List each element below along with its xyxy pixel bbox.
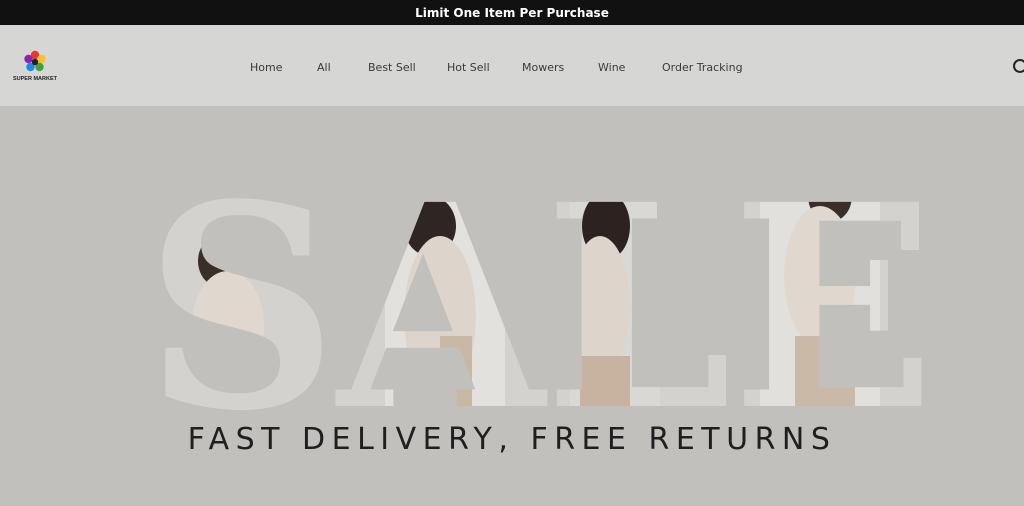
flower-logo-icon (24, 50, 46, 72)
nav-item-order-tracking[interactable]: Order Tracking (662, 61, 743, 74)
logo-text: SUPER MARKET (12, 76, 57, 82)
nav-item-home[interactable]: Home (250, 61, 282, 74)
sale-headline-graphic: SALE SALE (145, 166, 935, 416)
nav-item-wine[interactable]: Wine (598, 61, 625, 74)
hero-tagline: FAST DELIVERY, FREE RETURNS (187, 422, 837, 457)
hero-banner[interactable]: SALE SALE FAST DELIVERY, FREE RETURNS (0, 106, 1024, 506)
logo[interactable]: SUPER MARKET (12, 49, 58, 85)
nav-item-mowers[interactable]: Mowers (522, 61, 564, 74)
site-header: SUPER MARKET Home All Best Sell Hot Sell… (0, 25, 1024, 106)
model-photos (145, 166, 935, 416)
search-button[interactable] (1012, 58, 1024, 76)
announcement-text: Limit One Item Per Purchase (415, 5, 609, 20)
search-icon (1013, 59, 1024, 73)
nav-item-hot-sell[interactable]: Hot Sell (447, 61, 490, 74)
nav-item-best-sell[interactable]: Best Sell (368, 61, 416, 74)
nav-item-all[interactable]: All (317, 61, 331, 74)
announcement-bar: Limit One Item Per Purchase (0, 0, 1024, 25)
